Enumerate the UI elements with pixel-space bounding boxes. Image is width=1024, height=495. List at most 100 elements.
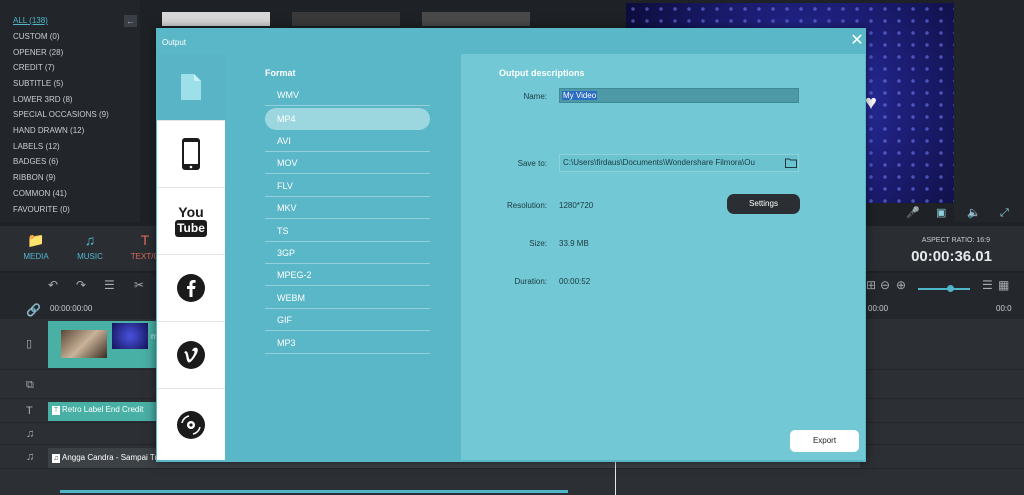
title-clip-text: Retro Label End Credit (62, 405, 144, 414)
scissors-icon[interactable]: ✂ (134, 279, 144, 292)
ruler-start-time: 00:00:00:00 (50, 304, 93, 313)
audio-clip-icon: ♫ (52, 454, 60, 463)
microphone-icon[interactable]: 🎤 (906, 207, 920, 219)
format-option[interactable]: AVI (265, 130, 430, 152)
video-track-icon: ▯ (26, 338, 33, 350)
export-button[interactable]: Export (790, 430, 859, 452)
resolution-label: Resolution: (506, 201, 547, 210)
youtube-icon: You Tube (175, 205, 207, 237)
text-clip-icon: T (52, 406, 60, 415)
format-option[interactable]: GIF (265, 309, 430, 331)
preview-controls: 🎤 ▣ 🔈 ⤢ (866, 204, 1024, 224)
music-note-icon: ♫ (84, 232, 96, 248)
category-all[interactable]: ALL (138) (13, 16, 48, 25)
tab-music-label: MUSIC (77, 252, 103, 261)
category-common[interactable]: COMMON (41) (13, 189, 67, 198)
vimeo-icon (177, 341, 205, 369)
folder-icon: 📁 (27, 232, 45, 248)
title-thumbnail[interactable] (162, 12, 270, 26)
category-ribbon[interactable]: RIBBON (9) (13, 173, 56, 182)
format-heading: Format (265, 68, 296, 78)
smartphone-icon (182, 138, 200, 170)
collapse-arrow-icon[interactable]: ← (124, 15, 137, 27)
filmora-editor: ALL (138) CUSTOM (0) OPENER (28) CREDIT … (0, 0, 1024, 495)
folder-icon[interactable] (785, 157, 797, 168)
ruler-time: 00:00 (868, 304, 889, 313)
list-view-icon[interactable]: ☰ (982, 279, 993, 292)
fullscreen-icon[interactable]: ⤢ (1000, 207, 1009, 219)
category-lower-3rd[interactable]: LOWER 3RD (8) (13, 95, 73, 104)
settings-button[interactable]: Settings (727, 194, 800, 214)
zoom-in-icon[interactable]: ⊕ (896, 279, 906, 292)
destination-sidebar: You Tube (157, 54, 225, 460)
youtube-text-you: You (178, 204, 204, 220)
category-badges[interactable]: BADGES (6) (13, 157, 58, 166)
zoom-slider-handle[interactable] (947, 285, 954, 292)
format-option-selected[interactable]: MP4 (265, 108, 430, 130)
preview-side-panel (954, 0, 1024, 222)
preview-timecode: 00:00:36.01 (911, 248, 992, 265)
format-option[interactable]: MP3 (265, 332, 430, 354)
dialog-body: You Tube Format WMV MP4 AVI MOV FLV MKV … (157, 54, 865, 460)
duration-label: Duration: (514, 277, 547, 286)
disc-icon (177, 410, 205, 439)
category-custom[interactable]: CUSTOM (0) (13, 32, 60, 41)
format-option[interactable]: WMV (265, 84, 430, 106)
title-category-panel: ALL (138) CUSTOM (0) OPENER (28) CREDIT … (0, 0, 140, 222)
category-special-occasions[interactable]: SPECIAL OCCASIONS (9) (13, 110, 109, 119)
dialog-title: Output (162, 38, 187, 47)
format-option[interactable]: MPEG-2 (265, 264, 430, 286)
audio-track-icon: ♫ (26, 451, 35, 463)
destination-device[interactable] (157, 121, 225, 188)
timeline-scrollbar[interactable] (60, 490, 568, 493)
tab-music[interactable]: ♫ MUSIC (65, 232, 115, 261)
close-icon[interactable]: ✕ (850, 33, 864, 49)
name-label: Name: (523, 92, 547, 101)
text-track-icon: T (26, 405, 33, 417)
destination-vimeo[interactable] (157, 322, 225, 389)
category-favourite[interactable]: FAVOURITE (0) (13, 205, 70, 214)
grid-view-icon[interactable]: ▦ (998, 279, 1009, 292)
undo-icon[interactable]: ↶ (48, 279, 58, 292)
category-hand-drawn[interactable]: HAND DRAWN (12) (13, 126, 84, 135)
facebook-icon (177, 274, 205, 302)
volume-icon[interactable]: 🔈 (967, 207, 981, 219)
title-thumbnail[interactable] (292, 12, 400, 26)
output-descriptions-panel: Output descriptions Name: My Video Save … (461, 54, 865, 460)
destination-local[interactable] (157, 54, 225, 121)
redo-icon[interactable]: ↷ (76, 279, 86, 292)
format-option[interactable]: WEBM (265, 287, 430, 309)
tab-media[interactable]: 📁 MEDIA (11, 232, 61, 261)
zoom-out-icon[interactable]: ⊖ (880, 279, 890, 292)
duration-value: 00:00:52 (559, 277, 591, 286)
tab-media-label: MEDIA (23, 252, 49, 261)
format-option[interactable]: MOV (265, 152, 430, 174)
destination-dvd[interactable] (157, 389, 225, 460)
title-clip-label: T Retro Label End Credit (52, 405, 143, 415)
format-option[interactable]: 3GP (265, 242, 430, 264)
youtube-text-tube: Tube (175, 220, 207, 237)
camera-icon[interactable]: ▣ (936, 207, 946, 219)
name-field[interactable]: My Video (559, 88, 799, 103)
size-value: 33.9 MB (559, 239, 589, 248)
adjust-icon[interactable]: ☰ (104, 279, 115, 292)
heart-icon: ♥ (865, 92, 877, 114)
format-option[interactable]: FLV (265, 175, 430, 197)
category-subtitle[interactable]: SUBTITLE (5) (13, 79, 63, 88)
destination-youtube[interactable]: You Tube (157, 188, 225, 255)
output-descriptions-heading: Output descriptions (499, 68, 585, 78)
zoom-slider-track[interactable] (918, 288, 970, 290)
format-option[interactable]: TS (265, 220, 430, 242)
save-to-field[interactable]: C:\Users\firdaus\Documents\Wondershare F… (559, 154, 799, 172)
file-icon (181, 74, 201, 100)
format-option[interactable]: MKV (265, 197, 430, 219)
destination-facebook[interactable] (157, 255, 225, 322)
title-thumbnail[interactable] (422, 12, 530, 26)
category-credit[interactable]: CREDIT (7) (13, 63, 55, 72)
playhead[interactable] (615, 460, 616, 495)
format-list: Format WMV MP4 AVI MOV FLV MKV TS 3GP MP… (225, 54, 461, 460)
category-opener[interactable]: OPENER (28) (13, 48, 63, 57)
link-icon[interactable]: 🔗 (26, 304, 41, 317)
snap-icon[interactable]: ⊞ (866, 279, 876, 292)
category-labels[interactable]: LABELS (12) (13, 142, 60, 151)
